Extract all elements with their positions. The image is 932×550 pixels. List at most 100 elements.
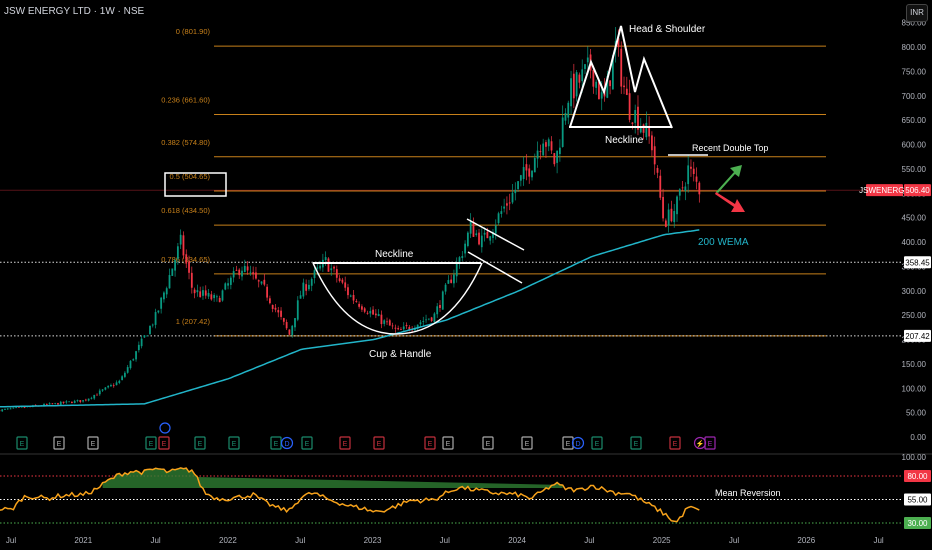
candle-body bbox=[202, 290, 204, 296]
event-markers[interactable]: E E E E E E E E D E E E E E E E E D E E E ⚡ E bbox=[16, 422, 716, 450]
candle-body bbox=[157, 310, 160, 313]
candle-body bbox=[79, 400, 82, 402]
ema-label: 200 WEMA bbox=[698, 237, 749, 248]
time-tick: Jul bbox=[440, 536, 450, 545]
event-label: E bbox=[566, 441, 571, 448]
currency-button[interactable]: INR bbox=[906, 4, 928, 22]
event-label: D bbox=[284, 441, 289, 448]
candle-body bbox=[358, 303, 361, 307]
candle-body bbox=[171, 268, 174, 276]
candle-body bbox=[227, 283, 229, 286]
ema-200-line[interactable] bbox=[0, 229, 700, 408]
candle-body bbox=[327, 258, 330, 272]
price-axis[interactable]: 850.00800.00750.00700.00650.00600.00550.… bbox=[902, 19, 927, 463]
candle-body bbox=[335, 269, 338, 278]
candle-body bbox=[595, 81, 598, 88]
time-tick: Jul bbox=[150, 536, 160, 545]
candle-body bbox=[592, 69, 595, 87]
candle-body bbox=[695, 176, 698, 182]
candle-body bbox=[218, 297, 221, 303]
candle-body bbox=[698, 182, 701, 195]
candle-body bbox=[678, 189, 681, 196]
fib-level-label: 1 (207.42) bbox=[176, 317, 211, 326]
candle-body bbox=[458, 257, 461, 263]
candle-body bbox=[341, 279, 344, 283]
event-label: E bbox=[428, 441, 433, 448]
price-tick: 400.00 bbox=[902, 238, 927, 247]
candle-body bbox=[294, 318, 296, 328]
price-tick: 0.00 bbox=[910, 433, 926, 442]
candle-body bbox=[545, 142, 547, 147]
candle-body bbox=[107, 385, 110, 388]
candle-body bbox=[344, 282, 347, 288]
annotations[interactable] bbox=[312, 25, 708, 335]
cup-handle-label: Cup & Handle bbox=[369, 349, 432, 360]
candle-body bbox=[302, 282, 305, 297]
candle-body bbox=[444, 284, 447, 292]
candle-body bbox=[570, 78, 572, 107]
rsi-level-tag: 55.00 bbox=[907, 496, 928, 505]
candle-body bbox=[497, 213, 500, 224]
candle-body bbox=[277, 310, 280, 313]
price-tick: 250.00 bbox=[902, 311, 927, 320]
price-chart[interactable]: 0 (801.90) 0.236 (661.60) 0.382 (574.80) 0.… bbox=[0, 0, 932, 550]
price-tick: 100.00 bbox=[902, 384, 927, 393]
candle-body bbox=[687, 165, 690, 185]
candle-body bbox=[121, 376, 124, 381]
candle-body bbox=[690, 166, 692, 169]
cup-neckline-label: Neckline bbox=[375, 249, 414, 260]
fib-retracement[interactable]: 0 (801.90) 0.236 (661.60) 0.382 (574.80) 0.… bbox=[0, 27, 903, 337]
candle-body bbox=[54, 402, 57, 404]
candle-body bbox=[363, 308, 366, 312]
candle-body bbox=[383, 320, 386, 324]
candle-body bbox=[165, 288, 168, 295]
handle-line-lower[interactable] bbox=[467, 251, 523, 284]
candle-body bbox=[1, 409, 4, 412]
candle-body bbox=[361, 306, 363, 310]
lightning-icon: ⚡ bbox=[696, 439, 705, 448]
last-price-tag: 506.40 bbox=[905, 186, 930, 195]
event-label: E bbox=[91, 441, 96, 448]
candle-body bbox=[659, 175, 662, 198]
candle-body bbox=[101, 389, 104, 391]
candle-body bbox=[441, 291, 444, 310]
candle-body bbox=[355, 301, 358, 303]
candle-body bbox=[664, 220, 667, 227]
candle-body bbox=[564, 113, 567, 121]
time-tick: Jul bbox=[295, 536, 305, 545]
candle-body bbox=[517, 181, 519, 190]
rsi-line[interactable] bbox=[0, 467, 700, 523]
candle-body bbox=[179, 234, 182, 245]
candle-body bbox=[255, 272, 257, 279]
candle-body bbox=[651, 135, 653, 151]
candle-body bbox=[380, 314, 383, 325]
candle-body bbox=[204, 290, 207, 296]
candle-body bbox=[575, 72, 578, 97]
event-label: E bbox=[305, 441, 310, 448]
candle-body bbox=[84, 399, 87, 401]
candle-body bbox=[93, 394, 96, 399]
candle-body bbox=[572, 73, 575, 99]
candle-body bbox=[87, 398, 90, 401]
candle-body bbox=[508, 202, 511, 204]
candle-body bbox=[374, 313, 377, 316]
price-tick: 50.00 bbox=[906, 409, 927, 418]
candle-body bbox=[132, 359, 135, 361]
candle-body bbox=[584, 64, 586, 69]
candle-body bbox=[146, 335, 149, 337]
rsi-overbought-fill bbox=[102, 467, 563, 488]
price-tick: 650.00 bbox=[902, 116, 927, 125]
candle-body bbox=[464, 243, 466, 254]
candle-body bbox=[494, 225, 497, 234]
fib-level-label: 0.382 (574.80) bbox=[161, 138, 210, 147]
event-label: D bbox=[575, 441, 580, 448]
candle-body bbox=[260, 281, 263, 284]
rsi-level-tag: 80.00 bbox=[907, 472, 928, 481]
candle-body bbox=[522, 167, 525, 180]
time-axis[interactable]: Jul 2021 Jul 2022 Jul 2023 Jul 2024 Jul 2025 Jul 20… bbox=[6, 536, 884, 545]
event-label: E bbox=[57, 441, 62, 448]
event-label: E bbox=[446, 441, 451, 448]
time-tick: Jul bbox=[584, 536, 594, 545]
candle-body bbox=[550, 141, 553, 151]
candle-body bbox=[447, 280, 450, 284]
